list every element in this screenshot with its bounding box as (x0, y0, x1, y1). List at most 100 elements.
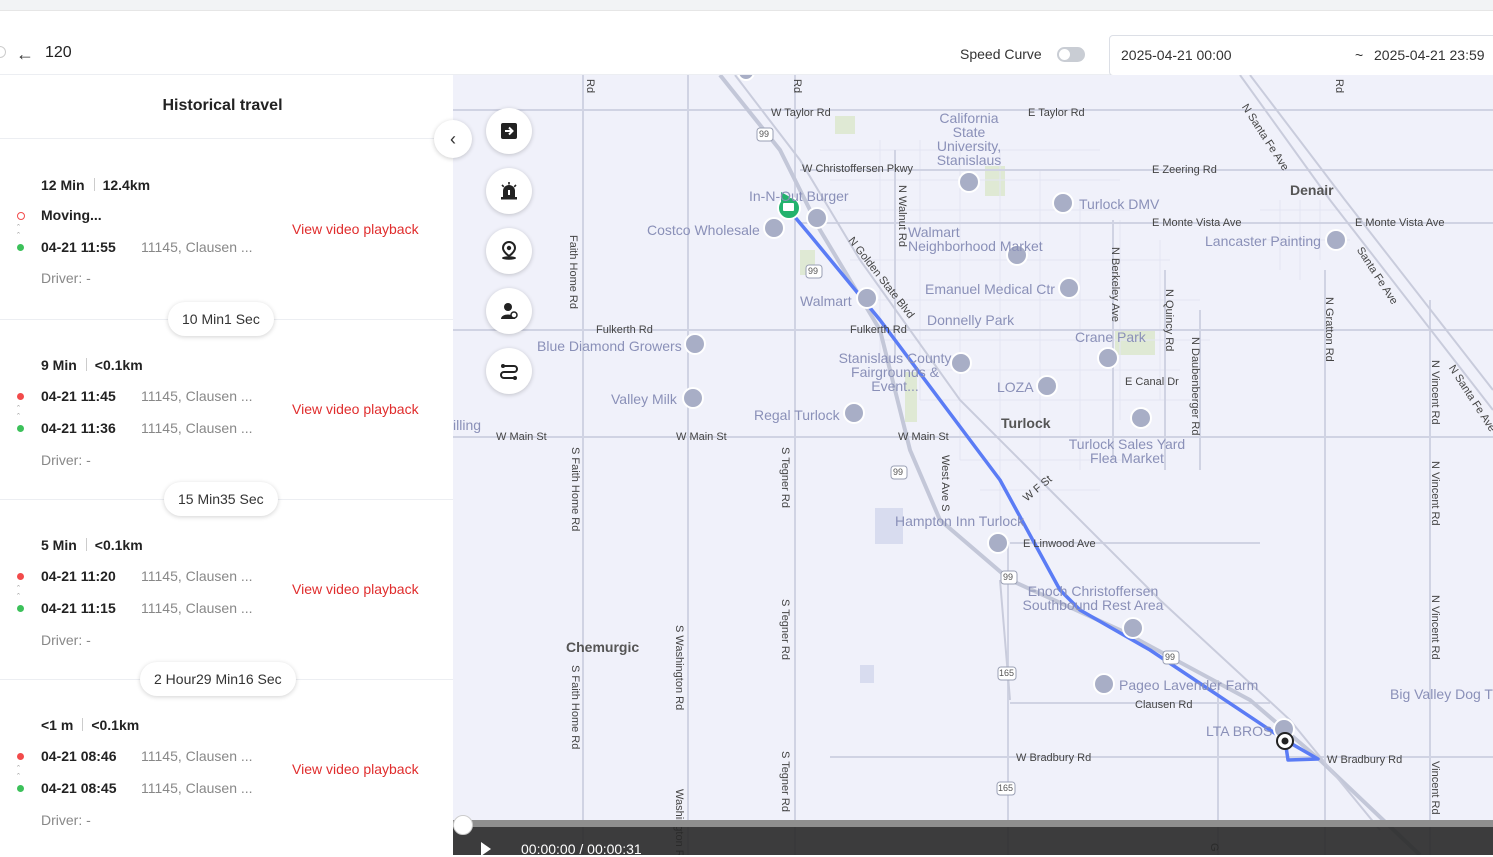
road-label: W Main St (496, 431, 547, 443)
speed-curve-label: Speed Curve (960, 46, 1042, 62)
driver-icon[interactable] (486, 288, 532, 334)
map-label: Regal Turlock (754, 407, 840, 423)
road-label: E Linwood Ave (1023, 538, 1096, 550)
road-label: S Tegner Rd (779, 751, 791, 812)
trip-card[interactable]: 9 Min <0.1km 04-21 11:45 11145, Clausen .… (0, 319, 453, 499)
road-label: W Bradbury Rd (1016, 752, 1092, 764)
driver-label: Driver: - (41, 632, 91, 648)
road-label: S Faith Home Rd (569, 665, 581, 750)
trip-card[interactable]: 5 Min <0.1km 04-21 11:20 11145, Clausen .… (0, 499, 453, 679)
trip-start-time: 04-21 08:45 (41, 780, 117, 796)
road-label: N Gratton Rd (1323, 297, 1335, 362)
alarm-icon[interactable] (486, 168, 532, 214)
arrow-left-icon[interactable]: ← (16, 44, 34, 65)
road-label: S Washington Rd (673, 625, 685, 711)
trip-distance: <0.1km (94, 357, 143, 373)
map-label: Denair (1290, 182, 1334, 198)
road-label: N Vincent Rd (1429, 360, 1441, 425)
map-view[interactable]: 99 99 99 99 99 165 165 California State … (453, 75, 1493, 855)
playback-slider-handle[interactable] (453, 815, 473, 835)
road-label: N Quincy Rd (1163, 289, 1175, 352)
chevron-up-icon: ˆˆ (17, 223, 20, 241)
toggle-knob (1059, 49, 1070, 60)
date-range-picker[interactable]: 2025-04-21 00:00 ~ 2025-04-21 23:59 (1109, 35, 1493, 76)
trip-stats: 5 Min <0.1km (41, 537, 143, 553)
trip-duration: 12 Min (41, 177, 85, 193)
map-label: Chemurgic (566, 639, 640, 655)
road-label: S Tegner Rd (779, 447, 791, 508)
trip-duration: 5 Min (41, 537, 77, 553)
video-playback-link[interactable]: View video playback (292, 581, 419, 597)
road-label: E Monte Vista Ave (1355, 217, 1445, 229)
road-label: S Faith Home Rd (569, 447, 581, 532)
location-pin-icon[interactable] (486, 228, 532, 274)
trip-end-time: 04-21 11:20 (41, 568, 116, 584)
map-label: Hampton Inn Turlock (895, 513, 1025, 529)
status-dot (17, 573, 24, 580)
chevron-up-icon: ˆˆ (17, 404, 20, 422)
map-label: Pageo Lavender Farm (1119, 677, 1259, 693)
top-strip (0, 0, 1493, 11)
status-dot (17, 212, 25, 220)
road-label: N Vincent Rd (1429, 461, 1441, 526)
map-label: Emanuel Medical Ctr (925, 281, 1055, 297)
date-start[interactable]: 2025-04-21 00:00 (1121, 47, 1232, 63)
video-playback-link[interactable]: View video playback (292, 761, 419, 777)
map-label: In-N-Out Burger (749, 188, 849, 204)
driver-label: Driver: - (41, 270, 91, 286)
status-dot (17, 425, 24, 432)
trip-card[interactable]: <1 m <0.1km 04-21 08:46 11145, Clausen ..… (0, 679, 453, 855)
highway-shield: 99 (1165, 652, 1176, 662)
map-label: Walmart Neighborhood Market (908, 224, 1043, 254)
map-label: Big Valley Dog Tr (1390, 686, 1493, 702)
trip-start-address: 11145, Clausen ... (141, 420, 253, 436)
map-label: Blue Diamond Growers (537, 338, 682, 354)
road-label: Rd (584, 79, 596, 94)
trip-end-address: 11145, Clausen ... (141, 388, 253, 404)
map-label: Donnelly Park (927, 312, 1015, 328)
speed-curve-toggle[interactable] (1057, 47, 1085, 62)
road-label: Rd (791, 79, 803, 94)
trip-card[interactable]: 12 Min 12.4km Moving... ˆˆ 04-21 11:55 11… (0, 139, 453, 319)
play-icon[interactable] (481, 842, 491, 856)
trip-start-time: 04-21 11:55 (41, 239, 116, 255)
chevron-left-icon[interactable]: ‹ (434, 120, 472, 158)
trip-stats: 12 Min 12.4km (41, 177, 150, 193)
trip-end-address: 11145, Clausen ... (141, 568, 253, 584)
vehicle-id: 120 (45, 44, 72, 61)
road-label: N Berkeley Ave (1109, 247, 1121, 323)
map-label: Turlock (1001, 415, 1051, 431)
highway-shield: 99 (1003, 572, 1014, 582)
highway-shield: 165 (999, 668, 1015, 678)
road-label: W Taylor Rd (771, 107, 831, 119)
video-playback-link[interactable]: View video playback (292, 221, 419, 237)
exit-icon[interactable] (486, 108, 532, 154)
road-label: West Ave S (939, 455, 951, 512)
road-label: W Bradbury Rd (1327, 754, 1403, 766)
video-playback-link[interactable]: View video playback (292, 401, 419, 417)
chevron-up-icon: ˆˆ (17, 584, 20, 602)
road-label: Fulkerth Rd (596, 324, 653, 336)
date-end[interactable]: 2025-04-21 23:59 (1374, 47, 1485, 63)
map-label: Lancaster Painting (1205, 233, 1321, 249)
header-bar: ← 120 Speed Curve 2025-04-21 00:00 ~ 202… (0, 11, 1493, 76)
road-label: W Main St (898, 431, 949, 443)
trip-start-address: 11145, Clausen ... (141, 239, 253, 255)
trip-distance: <0.1km (91, 717, 140, 733)
playback-progress[interactable] (453, 820, 1493, 827)
road-label: N Vincent Rd (1429, 595, 1441, 660)
map-label: illing (453, 417, 482, 433)
trip-start-time: 04-21 11:15 (41, 600, 116, 616)
map-label: Turlock DMV (1079, 196, 1160, 212)
history-panel: Historical travel 12 Min 12.4km Moving...… (0, 75, 453, 855)
map-canvas (453, 75, 1493, 855)
map-label: LOZA (997, 379, 1034, 395)
road-label: S Tegner Rd (779, 599, 791, 660)
trip-duration: 9 Min (41, 357, 77, 373)
playback-bar: 00:00:00 / 00:00:31 (453, 815, 1493, 857)
road-label: E Monte Vista Ave (1152, 217, 1242, 229)
route-icon[interactable] (486, 348, 532, 394)
highway-shield: 99 (759, 129, 770, 139)
road-label: Clausen Rd (1135, 699, 1193, 711)
radio-dot[interactable] (0, 46, 6, 58)
